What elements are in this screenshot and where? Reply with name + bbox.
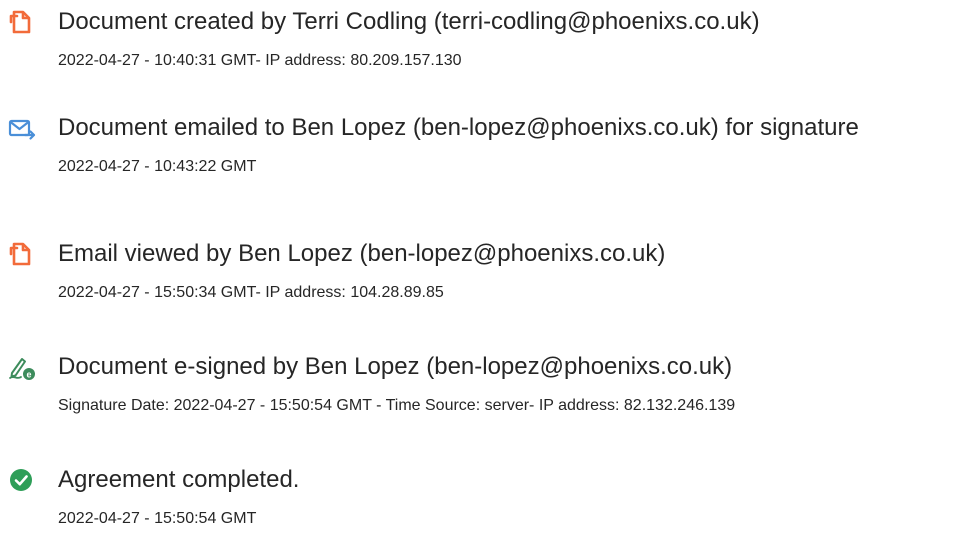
event-detail: 2022-04-27 - 15:50:34 GMT- IP address: 1… [58, 284, 444, 301]
check-circle-icon [8, 466, 36, 494]
event-title: Agreement completed. [58, 466, 300, 493]
document-viewed-icon [8, 240, 36, 268]
audit-event-emailed: Document emailed to Ben Lopez (ben-lopez… [8, 106, 962, 176]
event-title: Document created by Terri Codling (terri… [58, 8, 760, 35]
event-detail: Signature Date: 2022-04-27 - 15:50:54 GM… [58, 397, 736, 414]
audit-event-completed: Agreement completed. 2022-04-27 - 15:50:… [8, 458, 962, 528]
event-title: Email viewed by Ben Lopez (ben-lopez@pho… [58, 240, 666, 267]
svg-text:e: e [26, 370, 31, 380]
audit-event-viewed: Email viewed by Ben Lopez (ben-lopez@pho… [8, 232, 962, 302]
audit-event-signed: e Document e-signed by Ben Lopez (ben-lo… [8, 345, 962, 415]
event-title: Document emailed to Ben Lopez (ben-lopez… [58, 114, 859, 141]
event-detail: 2022-04-27 - 10:43:22 GMT [58, 158, 257, 175]
event-detail: 2022-04-27 - 15:50:54 GMT [58, 510, 257, 527]
document-created-icon [8, 8, 36, 36]
event-detail: 2022-04-27 - 10:40:31 GMT- IP address: 8… [58, 52, 462, 69]
event-title: Document e-signed by Ben Lopez (ben-lope… [58, 353, 733, 380]
email-sent-icon [8, 114, 36, 142]
audit-event-created: Document created by Terri Codling (terri… [8, 0, 962, 70]
e-sign-icon: e [8, 353, 36, 381]
